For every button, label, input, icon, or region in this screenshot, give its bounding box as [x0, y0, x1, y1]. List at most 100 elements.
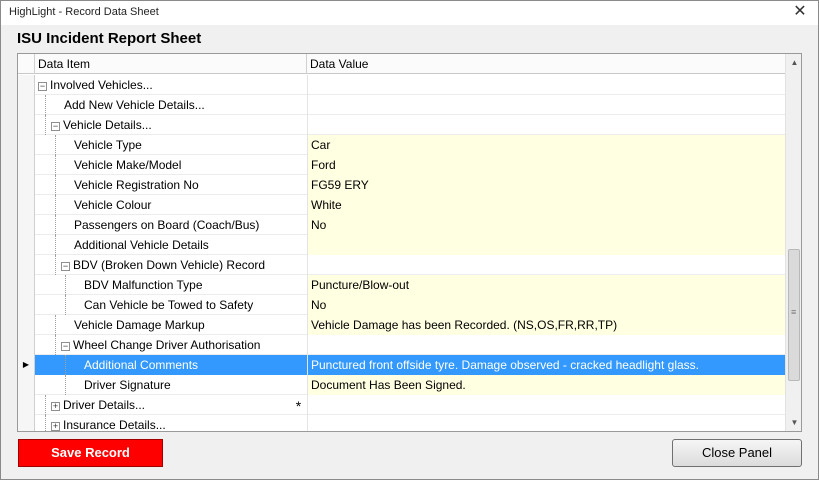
grid-row[interactable]: Vehicle Registration No FG59 ERY [18, 175, 785, 195]
column-header-data-item[interactable]: Data Item [35, 54, 307, 74]
grid-row[interactable]: + Driver Details... * [18, 395, 785, 415]
scroll-thumb[interactable]: ≡ [788, 249, 800, 381]
close-panel-button[interactable]: Close Panel [672, 439, 802, 467]
row-selector[interactable] [18, 175, 35, 195]
data-item-cell[interactable]: Additional Comments [35, 355, 307, 375]
grid-row[interactable]: Add New Vehicle Details... [18, 95, 785, 115]
row-selector[interactable] [18, 115, 35, 135]
data-value-cell[interactable] [307, 95, 785, 115]
data-item-cell[interactable]: Additional Vehicle Details [35, 235, 307, 255]
new-row-marker: * [295, 398, 302, 414]
new-row-marker [290, 315, 307, 335]
data-item-cell[interactable]: − BDV (Broken Down Vehicle) Record [35, 255, 307, 275]
data-item-label: Add New Vehicle Details... [64, 98, 205, 112]
data-value-cell[interactable] [307, 115, 785, 135]
collapse-icon[interactable]: − [38, 82, 47, 91]
data-value-cell[interactable]: White [307, 195, 785, 215]
grid-row[interactable]: − Wheel Change Driver Authorisation [18, 335, 785, 355]
data-value-cell[interactable] [307, 415, 785, 431]
new-row-marker [290, 415, 307, 431]
tree-line [65, 275, 66, 295]
data-value-cell[interactable] [307, 75, 785, 95]
data-value-cell[interactable]: No [307, 215, 785, 235]
column-header-data-value[interactable]: Data Value [307, 54, 785, 74]
data-value-cell[interactable]: Ford [307, 155, 785, 175]
new-row-marker [290, 75, 307, 95]
row-selector[interactable] [18, 395, 35, 415]
grid-row[interactable]: − BDV (Broken Down Vehicle) Record [18, 255, 785, 275]
data-item-label: Involved Vehicles... [50, 78, 153, 92]
data-value-cell[interactable]: Document Has Been Signed. [307, 375, 785, 395]
data-item-cell[interactable]: + Driver Details... [35, 395, 307, 415]
row-selector[interactable]: ▶ [18, 355, 35, 375]
row-selector[interactable] [18, 215, 35, 235]
data-item-cell[interactable]: Vehicle Make/Model [35, 155, 307, 175]
data-item-cell[interactable]: − Involved Vehicles... [35, 75, 307, 95]
grid-row[interactable]: Passengers on Board (Coach/Bus) No [18, 215, 785, 235]
page-title: ISU Incident Report Sheet [17, 30, 202, 47]
data-item-cell[interactable]: + Insurance Details... [35, 415, 307, 431]
data-item-cell[interactable]: Vehicle Colour [35, 195, 307, 215]
collapse-icon[interactable]: − [51, 122, 60, 131]
data-value-cell[interactable]: Vehicle Damage has been Recorded. (NS,OS… [307, 315, 785, 335]
close-icon[interactable]: ✕ [787, 2, 813, 22]
row-selector[interactable] [18, 415, 35, 431]
row-selector[interactable] [18, 235, 35, 255]
collapse-icon[interactable]: − [61, 262, 70, 271]
data-item-cell[interactable]: Can Vehicle be Towed to Safety [35, 295, 307, 315]
data-value-cell[interactable] [307, 255, 785, 275]
row-selector[interactable] [18, 315, 35, 335]
data-item-cell[interactable]: Driver Signature [35, 375, 307, 395]
data-value-cell[interactable]: No [307, 295, 785, 315]
new-row-marker [290, 355, 307, 375]
data-grid: Data Item Data Value − Involved Vehicles.… [17, 53, 802, 432]
row-selector[interactable] [18, 375, 35, 395]
data-value-cell[interactable] [307, 395, 785, 415]
grid-row[interactable]: Driver Signature Document Has Been Signed… [18, 375, 785, 395]
row-selector[interactable] [18, 275, 35, 295]
data-item-cell[interactable]: BDV Malfunction Type [35, 275, 307, 295]
grid-row[interactable]: − Vehicle Details... [18, 115, 785, 135]
row-selector[interactable] [18, 335, 35, 355]
scroll-up-icon[interactable]: ▲ [786, 54, 801, 71]
grid-row[interactable]: BDV Malfunction Type Puncture/Blow-out [18, 275, 785, 295]
grid-row[interactable]: + Insurance Details... [18, 415, 785, 431]
collapse-icon[interactable]: − [61, 342, 70, 351]
data-item-label: Additional Vehicle Details [74, 238, 209, 252]
grid-row[interactable]: Additional Vehicle Details [18, 235, 785, 255]
data-item-cell[interactable]: Vehicle Registration No [35, 175, 307, 195]
grid-row[interactable]: Vehicle Colour White [18, 195, 785, 215]
data-item-label: Can Vehicle be Towed to Safety [84, 298, 254, 312]
save-record-button[interactable]: Save Record [18, 439, 163, 467]
data-value-cell[interactable]: Car [307, 135, 785, 155]
grid-row[interactable]: ▶ Additional Comments Punctured front offs… [18, 355, 785, 375]
data-value-cell[interactable]: Punctured front offside tyre. Damage obs… [307, 355, 785, 375]
data-value-cell[interactable] [307, 235, 785, 255]
grid-row[interactable]: Can Vehicle be Towed to Safety No [18, 295, 785, 315]
row-selector[interactable] [18, 295, 35, 315]
expand-icon[interactable]: + [51, 402, 60, 411]
grid-row[interactable]: Vehicle Make/Model Ford [18, 155, 785, 175]
data-item-cell[interactable]: Vehicle Type [35, 135, 307, 155]
vertical-scrollbar[interactable]: ▲ ≡ ▼ [785, 54, 801, 431]
row-selector[interactable] [18, 195, 35, 215]
data-item-cell[interactable]: Vehicle Damage Markup [35, 315, 307, 335]
tree-line [65, 375, 66, 395]
row-selector[interactable] [18, 135, 35, 155]
data-value-cell[interactable]: FG59 ERY [307, 175, 785, 195]
row-selector[interactable] [18, 95, 35, 115]
data-item-cell[interactable]: − Wheel Change Driver Authorisation [35, 335, 307, 355]
data-item-cell[interactable]: − Vehicle Details... [35, 115, 307, 135]
grid-row[interactable]: Vehicle Damage Markup Vehicle Damage has … [18, 315, 785, 335]
grid-row[interactable]: Vehicle Type Car [18, 135, 785, 155]
expand-icon[interactable]: + [51, 422, 60, 431]
data-item-cell[interactable]: Passengers on Board (Coach/Bus) [35, 215, 307, 235]
data-value-cell[interactable] [307, 335, 785, 355]
data-value-cell[interactable]: Puncture/Blow-out [307, 275, 785, 295]
grid-row[interactable]: − Involved Vehicles... [18, 75, 785, 95]
data-item-cell[interactable]: Add New Vehicle Details... [35, 95, 307, 115]
row-selector[interactable] [18, 255, 35, 275]
row-selector[interactable] [18, 155, 35, 175]
row-selector[interactable] [18, 75, 35, 95]
scroll-down-icon[interactable]: ▼ [786, 414, 801, 431]
